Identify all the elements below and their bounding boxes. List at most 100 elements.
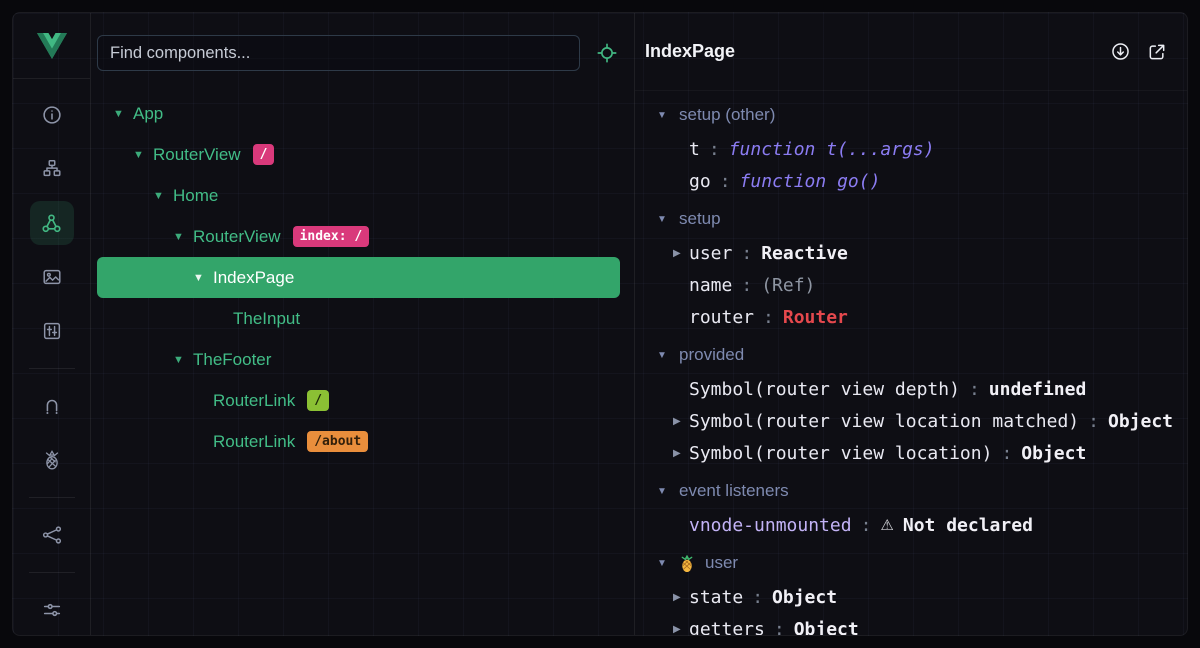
magnet-icon[interactable] <box>30 384 74 428</box>
row-key: t <box>689 139 700 160</box>
route-badge: index: / <box>293 226 370 248</box>
row-value: Object <box>1021 443 1086 464</box>
tree-node-routerlink-about[interactable]: RouterLink /about <box>97 421 620 462</box>
chevron-right-icon[interactable]: ▶ <box>673 248 689 259</box>
section-title: setup (other) <box>679 105 775 125</box>
inspector-header: IndexPage <box>635 13 1187 91</box>
inspect-component-target-icon[interactable] <box>596 42 618 64</box>
row-user[interactable]: ▶ user : Reactive <box>635 237 1177 269</box>
pinia-store-icon <box>679 554 695 573</box>
tree-node-theinput[interactable]: TheInput <box>97 298 620 339</box>
chevron-right-icon[interactable]: ▶ <box>673 448 689 459</box>
row-name[interactable]: name : (Ref) <box>635 269 1177 301</box>
component-tree: ▼ App ▼ RouterView / ▼ Home ▼ RouterView… <box>91 93 634 462</box>
tree-node-routerview-index[interactable]: ▼ RouterView index: / <box>97 216 620 257</box>
row-symbol-location-matched[interactable]: ▶ Symbol(router view location matched) :… <box>635 405 1177 437</box>
tree-node-label: Home <box>173 186 218 206</box>
inspector-body: ▼ setup (other) t : function t(...args) … <box>635 91 1177 635</box>
components-icon[interactable] <box>30 201 74 245</box>
tree-node-indexpage-selected[interactable]: ▼ IndexPage <box>97 257 620 298</box>
section-header-user-store[interactable]: ▼ user <box>635 545 1177 581</box>
sitemap-icon[interactable] <box>30 147 74 191</box>
tree-node-label: RouterView <box>193 227 281 247</box>
tree-node-thefooter[interactable]: ▼ TheFooter <box>97 339 620 380</box>
row-key: name <box>689 275 732 296</box>
row-key: state <box>689 587 743 608</box>
section-user-store: ▼ user ▶ state : Object <box>635 545 1177 635</box>
key-value-separator: : <box>741 275 752 296</box>
devtools-window: ▼ App ▼ RouterView / ▼ Home ▼ RouterView… <box>12 12 1188 636</box>
sidebar-divider <box>29 368 75 369</box>
key-value-separator: : <box>1001 443 1012 464</box>
chevron-right-icon[interactable]: ▶ <box>673 624 689 635</box>
tree-node-label: RouterLink <box>213 432 295 452</box>
assets-icon[interactable] <box>30 255 74 299</box>
section-header-event-listeners[interactable]: ▼ event listeners <box>635 473 1177 509</box>
key-value-separator: : <box>969 379 980 400</box>
row-t[interactable]: t : function t(...args) <box>635 133 1177 165</box>
row-value: Object <box>772 587 837 608</box>
tree-node-home[interactable]: ▼ Home <box>97 175 620 216</box>
timeline-icon[interactable] <box>30 309 74 353</box>
tree-node-label: RouterView <box>153 145 241 165</box>
row-value: Object <box>1108 411 1173 432</box>
info-icon[interactable] <box>30 93 74 137</box>
row-value: Reactive <box>761 243 848 264</box>
route-badge: / <box>307 390 329 412</box>
section-header-setup[interactable]: ▼ setup <box>635 201 1177 237</box>
external-link-icon[interactable] <box>1147 42 1167 62</box>
row-getters[interactable]: ▶ getters : Object <box>635 613 1177 635</box>
chevron-down-icon[interactable]: ▼ <box>193 272 213 284</box>
search-input[interactable] <box>110 44 567 63</box>
row-key: go <box>689 171 711 192</box>
search-box[interactable] <box>97 35 580 71</box>
tree-header <box>91 13 634 93</box>
inspector-actions <box>1110 41 1167 62</box>
chevron-down-icon[interactable]: ▼ <box>133 149 153 161</box>
graph-icon[interactable] <box>30 513 74 557</box>
section-event-listeners: ▼ event listeners vnode-unmounted : ⚠ No… <box>635 473 1177 541</box>
chevron-down-icon[interactable]: ▼ <box>113 108 133 120</box>
chevron-down-icon: ▼ <box>657 110 671 121</box>
chevron-down-icon[interactable]: ▼ <box>173 354 193 366</box>
chevron-down-icon: ▼ <box>657 214 671 225</box>
chevron-right-icon[interactable]: ▶ <box>673 416 689 427</box>
tree-node-routerlink-home[interactable]: RouterLink / <box>97 380 620 421</box>
row-symbol-location[interactable]: ▶ Symbol(router view location) : Object <box>635 437 1177 469</box>
row-go[interactable]: go : function go() <box>635 165 1177 197</box>
row-value: Router <box>783 307 848 328</box>
tree-node-routerview[interactable]: ▼ RouterView / <box>97 134 620 175</box>
row-state[interactable]: ▶ state : Object <box>635 581 1177 613</box>
row-key: getters <box>689 619 765 636</box>
key-value-separator: : <box>741 243 752 264</box>
tree-node-label: App <box>133 104 163 124</box>
key-value-separator: : <box>861 515 872 536</box>
tree-node-label: TheFooter <box>193 350 271 370</box>
row-value: undefined <box>989 379 1087 400</box>
circle-arrow-down-icon[interactable] <box>1110 41 1131 62</box>
section-header-setup-other[interactable]: ▼ setup (other) <box>635 97 1177 133</box>
settings-icon[interactable] <box>30 588 74 632</box>
row-value: (Ref) <box>761 275 815 296</box>
component-tree-panel: ▼ App ▼ RouterView / ▼ Home ▼ RouterView… <box>91 13 635 635</box>
route-badge: /about <box>307 431 368 453</box>
chevron-right-icon[interactable]: ▶ <box>673 592 689 603</box>
section-header-provided[interactable]: ▼ provided <box>635 337 1177 373</box>
section-setup-other: ▼ setup (other) t : function t(...args) … <box>635 97 1177 197</box>
sidebar-divider <box>29 572 75 573</box>
warning-icon: ⚠ <box>880 516 893 534</box>
row-router[interactable]: router : Router <box>635 301 1177 333</box>
chevron-down-icon[interactable]: ▼ <box>153 190 173 202</box>
row-value: function go() <box>740 171 881 192</box>
chevron-down-icon: ▼ <box>657 486 671 497</box>
tree-node-label: IndexPage <box>213 268 294 288</box>
tree-node-label: TheInput <box>233 309 300 329</box>
row-symbol-depth[interactable]: Symbol(router view depth) : undefined <box>635 373 1177 405</box>
section-setup: ▼ setup ▶ user : Reactive name : (Ref) <box>635 201 1177 333</box>
chevron-down-icon[interactable]: ▼ <box>173 231 193 243</box>
row-vnode-unmounted[interactable]: vnode-unmounted : ⚠ Not declared <box>635 509 1177 541</box>
pinia-icon[interactable] <box>30 438 74 482</box>
tree-node-app[interactable]: ▼ App <box>97 93 620 134</box>
key-value-separator: : <box>752 587 763 608</box>
row-key: Symbol(router view location matched) <box>689 411 1079 432</box>
